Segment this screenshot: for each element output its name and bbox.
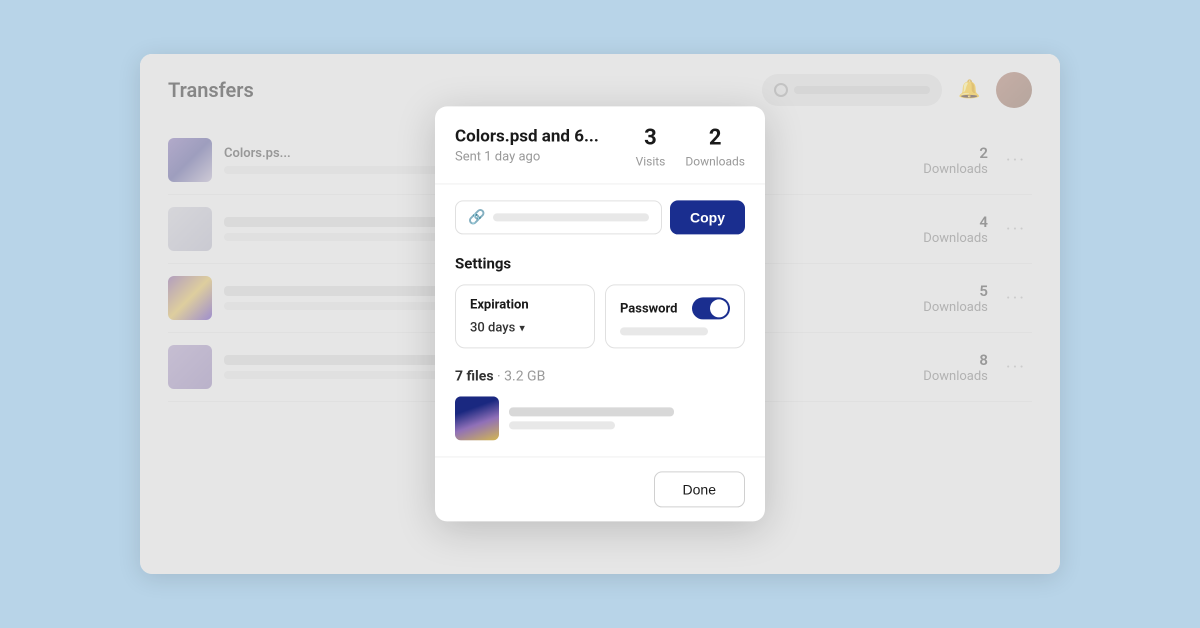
link-icon: 🔗 (468, 210, 485, 226)
link-input-wrapper: 🔗 (455, 201, 662, 235)
file-name-bar (509, 408, 674, 417)
files-size: · 3.2 GB (497, 369, 545, 385)
files-count: 7 files (455, 369, 494, 385)
modal-header: Colors.psd and 6... Sent 1 day ago 3 Vis… (435, 106, 765, 184)
expiration-value: 30 days (470, 321, 515, 336)
file-item (455, 397, 745, 441)
visits-label: Visits (636, 155, 666, 169)
password-bar (620, 328, 708, 336)
password-card: Password (605, 285, 745, 349)
downloads-label: Downloads (685, 155, 745, 169)
copy-button[interactable]: Copy (670, 201, 745, 235)
file-thumbnail (455, 397, 499, 441)
expiration-title: Expiration (470, 298, 529, 313)
expiration-card-header: Expiration (470, 298, 580, 313)
downloads-count: 2 (685, 126, 745, 150)
password-title: Password (620, 301, 677, 316)
modal-title: Colors.psd and 6... (455, 126, 620, 146)
files-header: 7 files · 3.2 GB (455, 369, 745, 385)
transfer-detail-modal: Colors.psd and 6... Sent 1 day ago 3 Vis… (435, 106, 765, 521)
settings-row: Expiration 30 days ▾ Password (455, 285, 745, 349)
file-info (509, 408, 745, 430)
chevron-down-icon: ▾ (519, 322, 525, 335)
modal-footer: Done (435, 457, 765, 522)
done-button[interactable]: Done (654, 472, 745, 508)
downloads-stat: 2 Downloads (685, 126, 745, 169)
password-toggle[interactable] (692, 298, 730, 320)
modal-subtitle: Sent 1 day ago (455, 149, 620, 164)
expiration-select[interactable]: 30 days ▾ (470, 321, 580, 336)
file-meta-bar (509, 422, 615, 430)
expiration-card: Expiration 30 days ▾ (455, 285, 595, 349)
file-thumb-inner (455, 397, 499, 441)
modal-body: 🔗 Copy Settings Expiration 30 days ▾ (435, 185, 765, 457)
visits-stat: 3 Visits (636, 126, 666, 169)
app-window: Transfers 🔔 Colors.ps... 2 Downloads ·· (140, 54, 1060, 574)
toggle-knob (710, 300, 728, 318)
password-card-header: Password (620, 298, 730, 320)
link-url-bar (493, 214, 649, 222)
settings-label: Settings (455, 255, 745, 273)
link-row: 🔗 Copy (455, 201, 745, 235)
modal-title-section: Colors.psd and 6... Sent 1 day ago (455, 126, 620, 164)
modal-stats: 3 Visits 2 Downloads (636, 126, 745, 169)
visits-count: 3 (636, 126, 666, 150)
